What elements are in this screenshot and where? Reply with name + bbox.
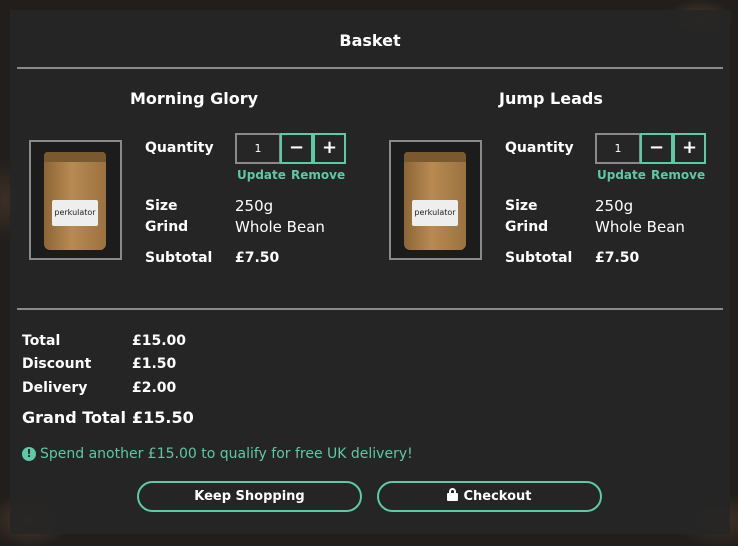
decrease-quantity-button[interactable]: − bbox=[640, 133, 673, 164]
grand-total-value: £15.50 bbox=[132, 408, 194, 427]
quantity-input[interactable]: 1 bbox=[235, 133, 281, 164]
update-link[interactable]: Update bbox=[237, 168, 286, 182]
info-icon: ! bbox=[22, 447, 36, 461]
size-label: Size bbox=[145, 198, 178, 214]
delivery-label: Delivery bbox=[22, 380, 88, 396]
grind-label: Grind bbox=[505, 219, 549, 235]
update-link[interactable]: Update bbox=[597, 168, 646, 182]
remove-link[interactable]: Remove bbox=[291, 168, 345, 182]
keep-shopping-button[interactable]: Keep Shopping bbox=[137, 481, 362, 512]
quantity-label: Quantity bbox=[505, 140, 574, 156]
grind-label: Grind bbox=[145, 219, 189, 235]
size-value: 250g bbox=[595, 197, 634, 215]
bag-label: perkulator bbox=[52, 200, 98, 226]
increase-quantity-button[interactable]: + bbox=[673, 133, 706, 164]
free-delivery-text: Spend another £15.00 to qualify for free… bbox=[40, 446, 413, 462]
delivery-value: £2.00 bbox=[132, 380, 177, 396]
basket-item-jump-leads: Jump Leads perkulator Quantity 1 − + Upd… bbox=[370, 10, 710, 310]
grind-value: Whole Bean bbox=[595, 218, 685, 236]
discount-value: £1.50 bbox=[132, 356, 177, 372]
product-name: Morning Glory bbox=[130, 89, 259, 108]
basket-panel: Basket Morning Glory perkulator Quantity… bbox=[10, 10, 730, 534]
summary-divider bbox=[17, 308, 723, 310]
grind-value: Whole Bean bbox=[235, 218, 325, 236]
bag-label: perkulator bbox=[412, 200, 458, 226]
total-label: Total bbox=[22, 333, 61, 349]
total-value: £15.00 bbox=[132, 333, 187, 349]
remove-link[interactable]: Remove bbox=[651, 168, 705, 182]
checkout-label: Checkout bbox=[463, 489, 532, 504]
keep-shopping-label: Keep Shopping bbox=[194, 489, 305, 504]
quantity-input[interactable]: 1 bbox=[595, 133, 641, 164]
size-label: Size bbox=[505, 198, 538, 214]
subtotal-label: Subtotal bbox=[145, 250, 213, 266]
coffee-bag-image: perkulator bbox=[404, 152, 466, 250]
grand-total-label: Grand Total bbox=[22, 408, 126, 427]
quantity-label: Quantity bbox=[145, 140, 214, 156]
decrease-quantity-button[interactable]: − bbox=[280, 133, 313, 164]
subtotal-value: £7.50 bbox=[595, 250, 640, 266]
increase-quantity-button[interactable]: + bbox=[313, 133, 346, 164]
basket-item-morning-glory: Morning Glory perkulator Quantity 1 − + … bbox=[10, 10, 350, 310]
free-delivery-notice: ! Spend another £15.00 to qualify for fr… bbox=[22, 446, 413, 462]
lock-icon bbox=[447, 488, 459, 501]
product-name: Jump Leads bbox=[499, 89, 603, 108]
subtotal-value: £7.50 bbox=[235, 250, 280, 266]
checkout-button[interactable]: Checkout bbox=[377, 481, 602, 512]
size-value: 250g bbox=[235, 197, 274, 215]
discount-label: Discount bbox=[22, 356, 92, 372]
product-image: perkulator bbox=[389, 140, 482, 260]
subtotal-label: Subtotal bbox=[505, 250, 573, 266]
product-image: perkulator bbox=[29, 140, 122, 260]
coffee-bag-image: perkulator bbox=[44, 152, 106, 250]
